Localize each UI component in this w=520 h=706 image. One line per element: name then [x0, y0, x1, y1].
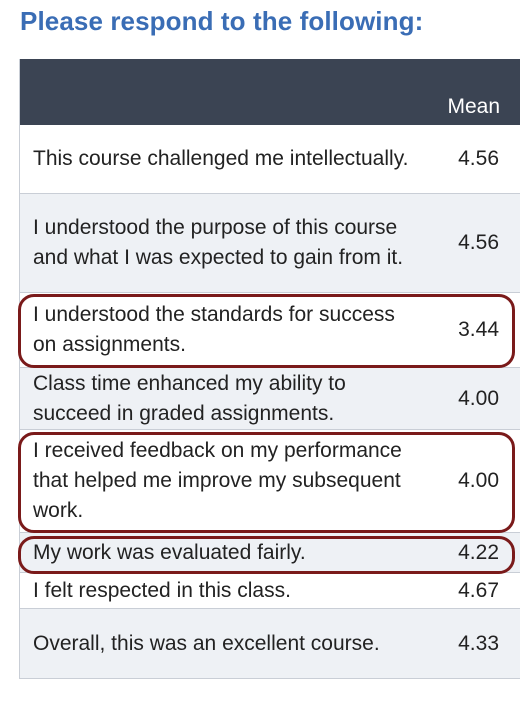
mean-value: 4.67: [458, 578, 499, 602]
ratings-table: Mean This course challenged me intellect…: [19, 59, 520, 679]
question-text: I received feedback on my performance th…: [33, 439, 402, 522]
question-text: Overall, this was an excellent course.: [33, 631, 380, 655]
table-row: My work was evaluated fairly. 4.22: [20, 533, 520, 573]
table-row: I felt respected in this class. 4.67: [20, 573, 520, 609]
table-row: I understood the purpose of this course …: [20, 194, 520, 293]
table-row: Overall, this was an excellent course. 4…: [20, 609, 520, 678]
mean-value: 4.00: [458, 469, 499, 492]
question-text: This course challenged me intellectually…: [33, 147, 409, 170]
table-row: This course challenged me intellectually…: [20, 125, 520, 194]
question-text: My work was evaluated fairly.: [33, 540, 306, 564]
table-row: I understood the standards for success o…: [20, 293, 520, 368]
mean-value: 4.22: [458, 540, 499, 564]
mean-value: 3.44: [458, 318, 499, 341]
question-text: I felt respected in this class.: [33, 578, 291, 602]
page: Please respond to the following: Mean Th…: [0, 0, 520, 706]
page-title: Please respond to the following:: [20, 6, 424, 36]
question-text: I understood the purpose of this course …: [33, 216, 404, 269]
question-text: Class time enhanced my ability to succee…: [33, 371, 346, 425]
mean-value: 4.56: [458, 147, 499, 170]
mean-value: 4.00: [458, 386, 499, 410]
mean-column-header: Mean: [447, 95, 500, 118]
table-row: Class time enhanced my ability to succee…: [20, 368, 520, 430]
table-header: Mean: [20, 59, 520, 125]
table-row: I received feedback on my performance th…: [20, 430, 520, 533]
mean-value: 4.33: [458, 631, 499, 655]
question-text: I understood the standards for success o…: [33, 303, 395, 356]
mean-value: 4.56: [458, 231, 499, 254]
